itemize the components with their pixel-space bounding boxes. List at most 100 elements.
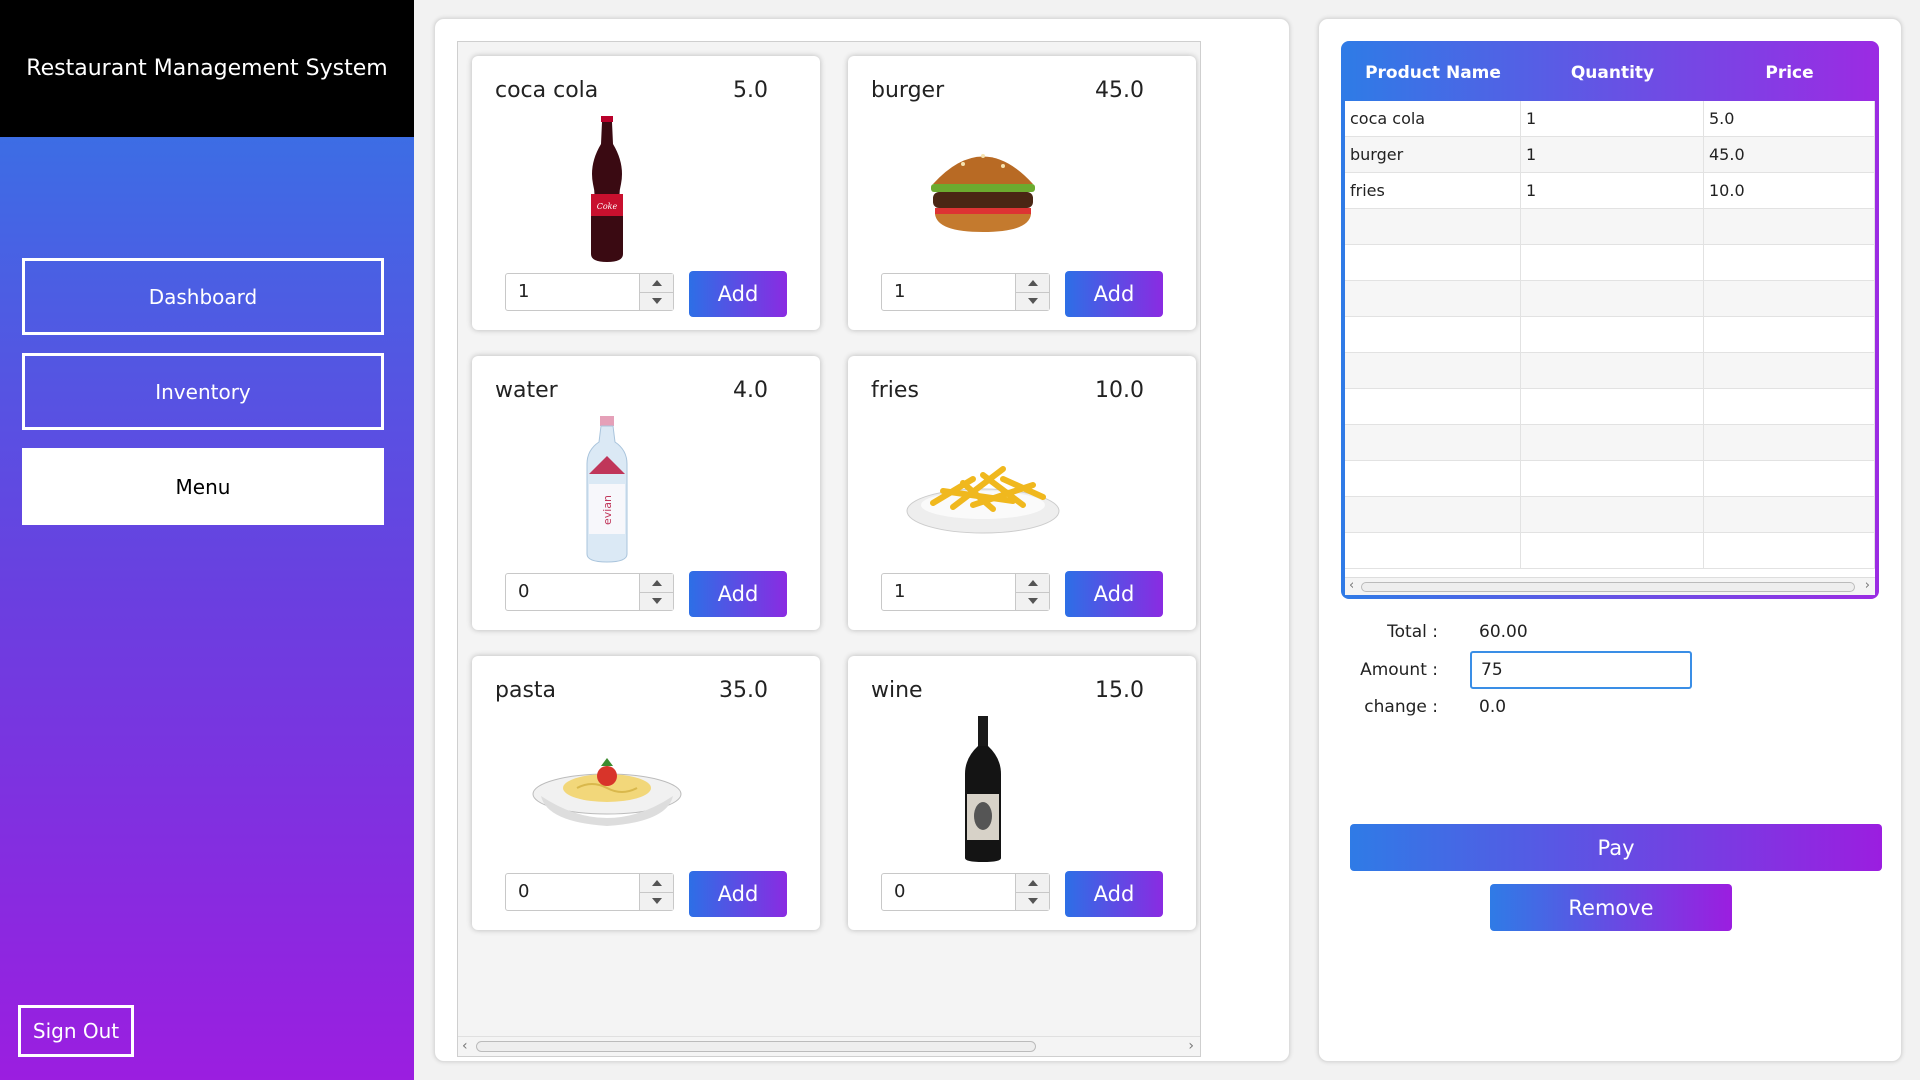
sign-out-button[interactable]: Sign Out — [18, 1005, 134, 1057]
cell-price: 5.0 — [1704, 101, 1875, 136]
product-name: pasta — [495, 678, 557, 703]
remove-button[interactable]: Remove — [1490, 884, 1732, 931]
cell-quantity: 1 — [1521, 101, 1704, 136]
product-card-pasta: pasta 35.0 0 Add — [472, 656, 820, 930]
product-price: 10.0 — [1095, 378, 1144, 403]
add-button[interactable]: Add — [689, 571, 787, 617]
product-name: water — [495, 378, 558, 403]
table-row[interactable]: burger 1 45.0 — [1345, 137, 1875, 173]
quantity-value[interactable]: 1 — [882, 274, 1015, 310]
product-price: 4.0 — [733, 378, 768, 403]
table-row-empty — [1345, 281, 1875, 317]
table-row-empty — [1345, 389, 1875, 425]
table-horizontal-scrollbar[interactable]: ‹ › — [1345, 577, 1875, 595]
increment-icon[interactable] — [640, 274, 673, 293]
quantity-stepper[interactable]: 0 — [505, 873, 674, 911]
cell-product: burger — [1345, 137, 1521, 172]
table-header: Product Name Quantity Price — [1345, 45, 1875, 101]
amount-input[interactable]: 75 — [1470, 651, 1692, 689]
decrement-icon[interactable] — [1016, 292, 1049, 310]
pasta-icon — [512, 714, 702, 864]
scroll-left-icon[interactable]: ‹ — [462, 1038, 468, 1054]
increment-icon[interactable] — [1016, 274, 1049, 293]
product-price: 15.0 — [1095, 678, 1144, 703]
column-header-quantity[interactable]: Quantity — [1521, 45, 1704, 101]
total-value: 60.00 — [1479, 622, 1528, 642]
quantity-value[interactable]: 1 — [506, 274, 639, 310]
table-row-empty — [1345, 245, 1875, 281]
fries-icon — [888, 414, 1078, 564]
increment-icon[interactable] — [640, 574, 673, 593]
quantity-value[interactable]: 0 — [882, 874, 1015, 910]
table-row-empty — [1345, 209, 1875, 245]
cell-quantity: 1 — [1521, 173, 1704, 208]
cola-bottle-icon: Coke — [512, 114, 702, 264]
product-grid[interactable]: coca cola 5.0 Coke 1 Add burger 45.0 1 A… — [457, 41, 1201, 1057]
order-table: Product Name Quantity Price coca cola 1 … — [1341, 41, 1879, 599]
product-name: wine — [871, 678, 923, 703]
wine-bottle-icon — [888, 714, 1078, 864]
table-row[interactable]: fries 1 10.0 — [1345, 173, 1875, 209]
quantity-stepper[interactable]: 0 — [881, 873, 1050, 911]
table-row-empty — [1345, 317, 1875, 353]
quantity-stepper[interactable]: 1 — [505, 273, 674, 311]
product-card-water: water 4.0 evian 0 Add — [472, 356, 820, 630]
decrement-icon[interactable] — [640, 292, 673, 310]
add-button[interactable]: Add — [1065, 871, 1163, 917]
total-label: Total : — [1387, 622, 1438, 642]
quantity-stepper[interactable]: 1 — [881, 273, 1050, 311]
decrement-icon[interactable] — [640, 892, 673, 910]
change-label: change : — [1364, 697, 1438, 717]
change-value: 0.0 — [1479, 697, 1507, 717]
product-card-burger: burger 45.0 1 Add — [848, 56, 1196, 330]
table-body: coca cola 1 5.0 burger 1 45.0 fries 1 10… — [1345, 101, 1875, 569]
product-card-fries: fries 10.0 1 Add — [848, 356, 1196, 630]
menu-panel: coca cola 5.0 Coke 1 Add burger 45.0 1 A… — [434, 18, 1290, 1062]
cell-price: 10.0 — [1704, 173, 1875, 208]
horizontal-scrollbar[interactable]: ‹ › — [458, 1036, 1200, 1056]
add-button[interactable]: Add — [689, 271, 787, 317]
add-button[interactable]: Add — [689, 871, 787, 917]
menu-button[interactable]: Menu — [22, 448, 384, 525]
burger-icon — [888, 114, 1078, 264]
increment-icon[interactable] — [1016, 874, 1049, 893]
increment-icon[interactable] — [640, 874, 673, 893]
quantity-value[interactable]: 1 — [882, 574, 1015, 610]
cell-price: 45.0 — [1704, 137, 1875, 172]
scrollbar-thumb[interactable] — [1361, 582, 1855, 592]
product-name: coca cola — [495, 78, 599, 103]
quantity-value[interactable]: 0 — [506, 874, 639, 910]
quantity-value[interactable]: 0 — [506, 574, 639, 610]
table-row-empty — [1345, 353, 1875, 389]
scroll-right-icon[interactable]: › — [1188, 1038, 1194, 1054]
scroll-left-icon[interactable]: ‹ — [1349, 578, 1354, 593]
column-header-product[interactable]: Product Name — [1345, 45, 1521, 101]
cell-product: coca cola — [1345, 101, 1521, 136]
decrement-icon[interactable] — [1016, 592, 1049, 610]
add-button[interactable]: Add — [1065, 271, 1163, 317]
table-row[interactable]: coca cola 1 5.0 — [1345, 101, 1875, 137]
dashboard-button[interactable]: Dashboard — [22, 258, 384, 335]
column-header-price[interactable]: Price — [1704, 45, 1875, 101]
product-card-coca-cola: coca cola 5.0 Coke 1 Add — [472, 56, 820, 330]
sidebar: Restaurant Management System Dashboard I… — [0, 0, 414, 1080]
table-row-empty — [1345, 533, 1875, 569]
water-bottle-icon: evian — [512, 414, 702, 564]
product-price: 45.0 — [1095, 78, 1144, 103]
table-row-empty — [1345, 425, 1875, 461]
pay-button[interactable]: Pay — [1350, 824, 1882, 871]
scrollbar-thumb[interactable] — [476, 1041, 1036, 1052]
product-name: burger — [871, 78, 945, 103]
scroll-right-icon[interactable]: › — [1865, 578, 1870, 593]
add-button[interactable]: Add — [1065, 571, 1163, 617]
quantity-stepper[interactable]: 1 — [881, 573, 1050, 611]
increment-icon[interactable] — [1016, 574, 1049, 593]
decrement-icon[interactable] — [1016, 892, 1049, 910]
table-row-empty — [1345, 461, 1875, 497]
inventory-button[interactable]: Inventory — [22, 353, 384, 430]
product-card-wine: wine 15.0 0 Add — [848, 656, 1196, 930]
decrement-icon[interactable] — [640, 592, 673, 610]
svg-text:evian: evian — [601, 495, 614, 525]
product-price: 35.0 — [719, 678, 768, 703]
quantity-stepper[interactable]: 0 — [505, 573, 674, 611]
